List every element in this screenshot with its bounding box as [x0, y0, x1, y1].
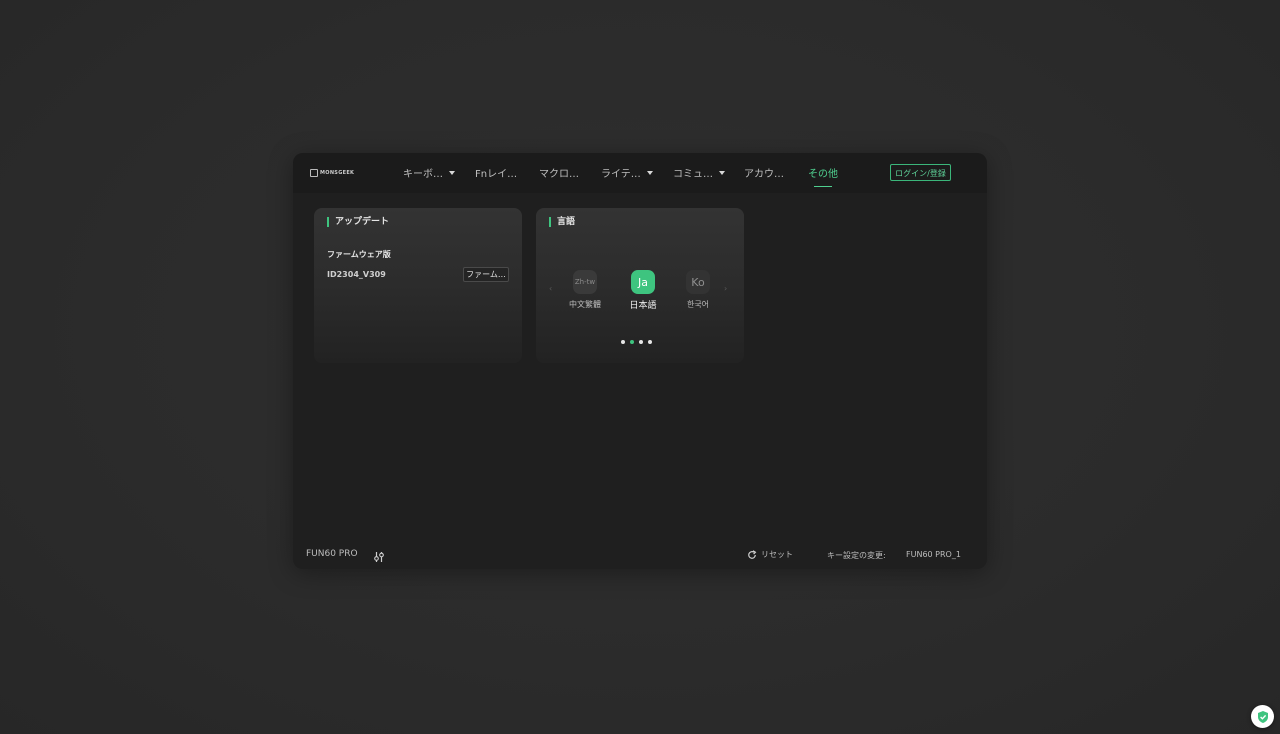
login-register-button[interactable]: ログイン/登録: [890, 164, 951, 181]
nav-item-fn-layer[interactable]: Fnレイ…: [475, 165, 517, 180]
carousel-prev-arrow-icon[interactable]: ‹: [549, 284, 552, 293]
shield-check-icon[interactable]: [1251, 705, 1274, 728]
nav-item-label: マクロ…: [539, 169, 579, 180]
logo-text: MONSGEEK: [320, 170, 355, 176]
logo-mark-icon: [310, 169, 318, 177]
card-title: アップデート: [327, 217, 389, 227]
pagination-dot[interactable]: [639, 340, 643, 344]
reset-label: リセット: [761, 550, 793, 559]
nav-item-label: ライテ…: [601, 169, 641, 180]
pagination-dot[interactable]: [621, 340, 625, 344]
language-name: 한국어: [686, 300, 710, 309]
nav-item-label: その他: [808, 169, 838, 180]
nav-item-lighting[interactable]: ライテ…: [601, 165, 653, 180]
device-name: FUN60 PRO: [306, 549, 358, 559]
language-code: Ko: [691, 275, 705, 289]
key-config-label: キー設定の変更:: [827, 551, 886, 560]
nav-item-macro[interactable]: マクロ…: [539, 165, 579, 180]
top-navigation-bar: MONSGEEK キーボ… Fnレイ… マクロ… ライテ… コミュ… アカウ… …: [293, 153, 987, 193]
nav-item-label: コミュ…: [673, 169, 713, 180]
language-code: Zh-tw: [574, 278, 596, 286]
language-name: 中文繁體: [569, 300, 601, 309]
nav-item-label: キーボ…: [403, 169, 443, 180]
nav-item-label: アカウ…: [744, 169, 784, 180]
profile-name[interactable]: FUN60 PRO_1: [906, 550, 961, 559]
card-title: 言語: [549, 217, 575, 227]
caret-down-icon: [646, 170, 653, 175]
language-option-ko[interactable]: Ko: [686, 270, 710, 294]
pagination-dot[interactable]: [648, 340, 652, 344]
language-option-ja[interactable]: Ja: [631, 270, 655, 294]
carousel-next-arrow-icon[interactable]: ›: [724, 284, 727, 293]
language-name: 日本語: [629, 301, 657, 311]
sliders-icon-svg: [374, 552, 384, 562]
nav-item-account[interactable]: アカウ…: [744, 165, 784, 180]
app-window: MONSGEEK キーボ… Fnレイ… マクロ… ライテ… コミュ… アカウ… …: [293, 153, 987, 569]
firmware-label: ファームウェア版: [327, 250, 391, 259]
caret-down-icon: [719, 170, 725, 175]
caret-down-icon: [449, 170, 455, 175]
language-option-zh-tw[interactable]: Zh-tw: [573, 270, 597, 294]
shield-check-svg: [1257, 710, 1268, 723]
sliders-icon[interactable]: [373, 548, 385, 562]
refresh-icon: [748, 549, 757, 559]
brand-logo[interactable]: MONSGEEK: [310, 169, 354, 177]
nav-item-keyboard[interactable]: キーボ…: [403, 165, 455, 180]
language-code: Ja: [638, 275, 648, 289]
reset-button[interactable]: リセット: [747, 549, 793, 560]
nav-item-other[interactable]: その他: [808, 165, 838, 187]
firmware-version: ID2304_V309: [327, 270, 386, 279]
firmware-update-button[interactable]: ファーム…: [463, 267, 509, 282]
nav-item-community[interactable]: コミュ…: [673, 165, 725, 180]
nav-item-label: Fnレイ…: [475, 169, 518, 180]
update-card: アップデート: [314, 208, 522, 363]
pagination-dot-active[interactable]: [630, 340, 634, 344]
